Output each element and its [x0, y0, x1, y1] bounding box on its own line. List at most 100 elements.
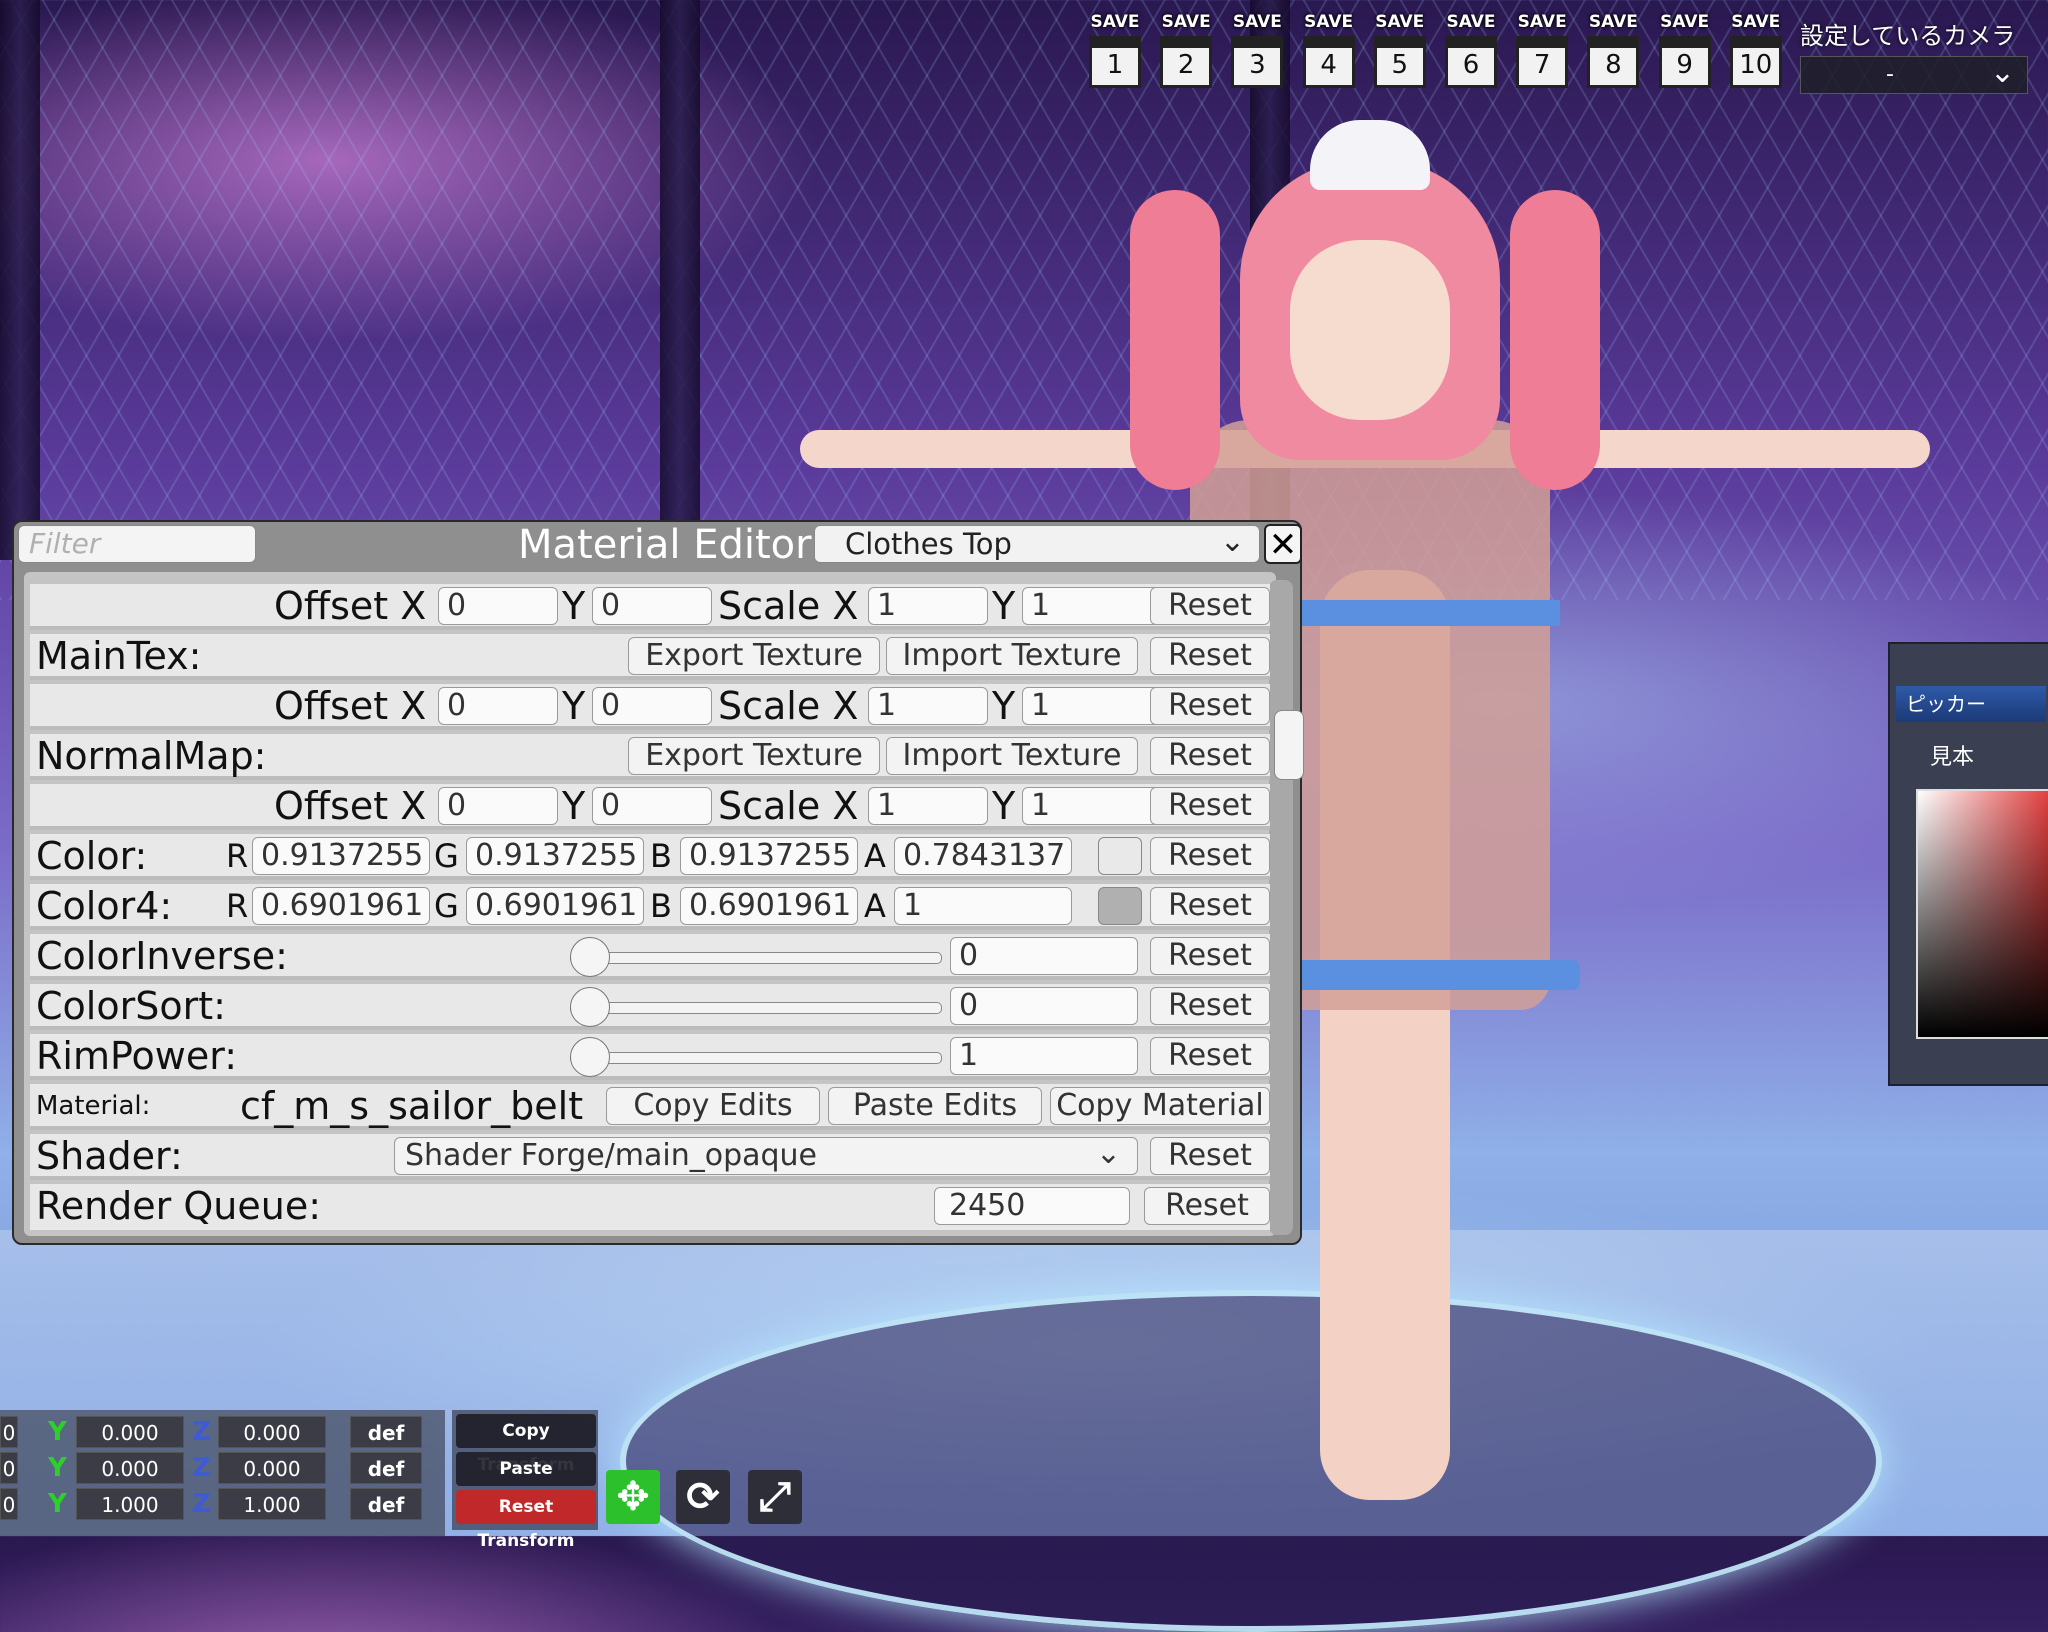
close-button[interactable]: ✕: [1264, 524, 1302, 564]
export-texture-button[interactable]: Export Texture: [628, 637, 880, 675]
color-swatch[interactable]: [1098, 837, 1142, 875]
maintex-row: MainTex: Export Texture Import Texture R…: [30, 634, 1270, 680]
shader-dropdown[interactable]: Shader Forge/main_opaque ⌄: [394, 1136, 1138, 1175]
scale-x-input[interactable]: 1: [868, 587, 988, 625]
y-value-field[interactable]: 0.000: [76, 1416, 184, 1448]
camera-save-slot[interactable]: SAVE 4: [1298, 12, 1360, 102]
camera-select[interactable]: - ⌄: [1800, 55, 2028, 94]
paste-edits-button[interactable]: Paste Edits: [828, 1087, 1042, 1125]
tab-picker[interactable]: ピッカー: [1896, 686, 2046, 722]
clapperboard-icon[interactable]: 3: [1231, 36, 1284, 88]
reset-button[interactable]: Reset: [1150, 587, 1270, 625]
slider-handle[interactable]: [570, 987, 610, 1027]
x-value-field[interactable]: 0: [0, 1488, 18, 1520]
scrollbar-thumb[interactable]: [1274, 710, 1304, 780]
camera-save-slot[interactable]: SAVE 1: [1084, 12, 1146, 102]
clapperboard-icon[interactable]: 8: [1587, 36, 1640, 88]
scale-x-input[interactable]: 1: [868, 687, 988, 725]
y-value-field[interactable]: 0.000: [76, 1452, 184, 1484]
camera-save-slot[interactable]: SAVE 5: [1369, 12, 1431, 102]
paste-transform-button[interactable]: Paste Transform: [456, 1452, 596, 1513]
export-texture-button[interactable]: Export Texture: [628, 737, 880, 775]
clapperboard-icon[interactable]: 9: [1658, 36, 1711, 88]
color4-r-input[interactable]: 0.6901961: [252, 887, 430, 925]
reset-button[interactable]: Reset: [1150, 937, 1270, 975]
reset-button[interactable]: Reset: [1150, 1137, 1270, 1175]
colorsort-slider[interactable]: [570, 1002, 942, 1014]
reset-button[interactable]: Reset: [1150, 987, 1270, 1025]
clapperboard-icon[interactable]: 6: [1445, 36, 1497, 88]
default-button[interactable]: def: [350, 1488, 422, 1520]
reset-button[interactable]: Reset: [1150, 737, 1270, 775]
color-r-input[interactable]: 0.9137255: [252, 837, 430, 875]
offset-y-input[interactable]: 0: [592, 587, 712, 625]
offset-x-input[interactable]: 0: [438, 587, 558, 625]
copy-edits-button[interactable]: Copy Edits: [606, 1087, 820, 1125]
camera-save-slot[interactable]: SAVE 2: [1155, 12, 1217, 102]
color-a-input[interactable]: 0.7843137: [894, 837, 1072, 875]
copy-transform-button[interactable]: Copy Transform: [456, 1414, 596, 1475]
clapperboard-icon[interactable]: 10: [1729, 36, 1782, 88]
colorinverse-input[interactable]: 0: [950, 937, 1138, 975]
colorinverse-slider[interactable]: [570, 952, 942, 964]
camera-save-slot[interactable]: SAVE 9: [1654, 12, 1716, 102]
x-value-field[interactable]: 0: [0, 1416, 18, 1448]
offset-x-input[interactable]: 0: [438, 687, 558, 725]
slider-handle[interactable]: [570, 1037, 610, 1077]
z-value-field[interactable]: 1.000: [218, 1488, 326, 1520]
color4-b-input[interactable]: 0.6901961: [680, 887, 858, 925]
reset-button[interactable]: Reset: [1144, 1187, 1270, 1225]
default-button[interactable]: def: [350, 1452, 422, 1484]
default-button[interactable]: def: [350, 1416, 422, 1448]
z-value-field[interactable]: 0.000: [218, 1416, 326, 1448]
import-texture-button[interactable]: Import Texture: [886, 737, 1138, 775]
scale-tool-icon[interactable]: ⤢: [748, 1470, 802, 1524]
colorsort-input[interactable]: 0: [950, 987, 1138, 1025]
offset-y-input[interactable]: 0: [592, 787, 712, 825]
reset-button[interactable]: Reset: [1150, 687, 1270, 725]
camera-save-slot[interactable]: SAVE 10: [1725, 12, 1787, 102]
copy-material-button[interactable]: Copy Material: [1050, 1087, 1270, 1125]
target-dropdown[interactable]: Clothes Top ⌄: [814, 524, 1260, 563]
reset-transform-button[interactable]: Reset Transform: [456, 1490, 596, 1551]
filter-input[interactable]: Filter: [18, 525, 256, 563]
reset-button[interactable]: Reset: [1150, 887, 1270, 925]
rotate-tool-icon[interactable]: ⟳: [676, 1470, 730, 1524]
offset-x-input[interactable]: 0: [438, 787, 558, 825]
rimpower-slider[interactable]: [570, 1052, 942, 1064]
offset-y-input[interactable]: 0: [592, 687, 712, 725]
render-queue-input[interactable]: 2450: [934, 1187, 1130, 1225]
x-value-field[interactable]: 0: [0, 1452, 18, 1484]
clapperboard-icon[interactable]: 5: [1373, 36, 1426, 88]
camera-save-slot[interactable]: SAVE 7: [1511, 12, 1573, 102]
transform-buttons: Copy Transform Paste Transform Reset Tra…: [452, 1410, 598, 1551]
move-tool-icon[interactable]: ✥: [606, 1470, 660, 1524]
camera-save-slot[interactable]: SAVE 8: [1582, 12, 1644, 102]
clapperboard-icon[interactable]: 2: [1160, 36, 1213, 88]
color-gradient-area[interactable]: [1916, 789, 2048, 1039]
slider-handle[interactable]: [570, 937, 610, 977]
y-value-field[interactable]: 1.000: [76, 1488, 184, 1520]
scale-x-input[interactable]: 1: [868, 787, 988, 825]
clapperboard-icon[interactable]: 4: [1302, 36, 1355, 88]
camera-save-slot[interactable]: SAVE 6: [1440, 12, 1502, 102]
reset-button[interactable]: Reset: [1150, 787, 1270, 825]
reset-button[interactable]: Reset: [1150, 837, 1270, 875]
clapperboard-icon[interactable]: 1: [1089, 36, 1141, 88]
color4-swatch[interactable]: [1098, 887, 1142, 925]
scrollbar-track[interactable]: [1269, 580, 1293, 1235]
color4-a-input[interactable]: 1: [894, 887, 1072, 925]
z-value-field[interactable]: 0.000: [218, 1452, 326, 1484]
color-b-input[interactable]: 0.9137255: [680, 837, 858, 875]
scale-y-input[interactable]: 1: [1022, 787, 1162, 825]
reset-button[interactable]: Reset: [1150, 1037, 1270, 1075]
clapperboard-icon[interactable]: 7: [1516, 36, 1569, 88]
import-texture-button[interactable]: Import Texture: [886, 637, 1138, 675]
scale-y-input[interactable]: 1: [1022, 587, 1162, 625]
rimpower-input[interactable]: 1: [950, 1037, 1138, 1075]
color-g-input[interactable]: 0.9137255: [466, 837, 644, 875]
reset-button[interactable]: Reset: [1150, 637, 1270, 675]
camera-save-slot[interactable]: SAVE 3: [1226, 12, 1288, 102]
color4-g-input[interactable]: 0.6901961: [466, 887, 644, 925]
scale-y-input[interactable]: 1: [1022, 687, 1162, 725]
